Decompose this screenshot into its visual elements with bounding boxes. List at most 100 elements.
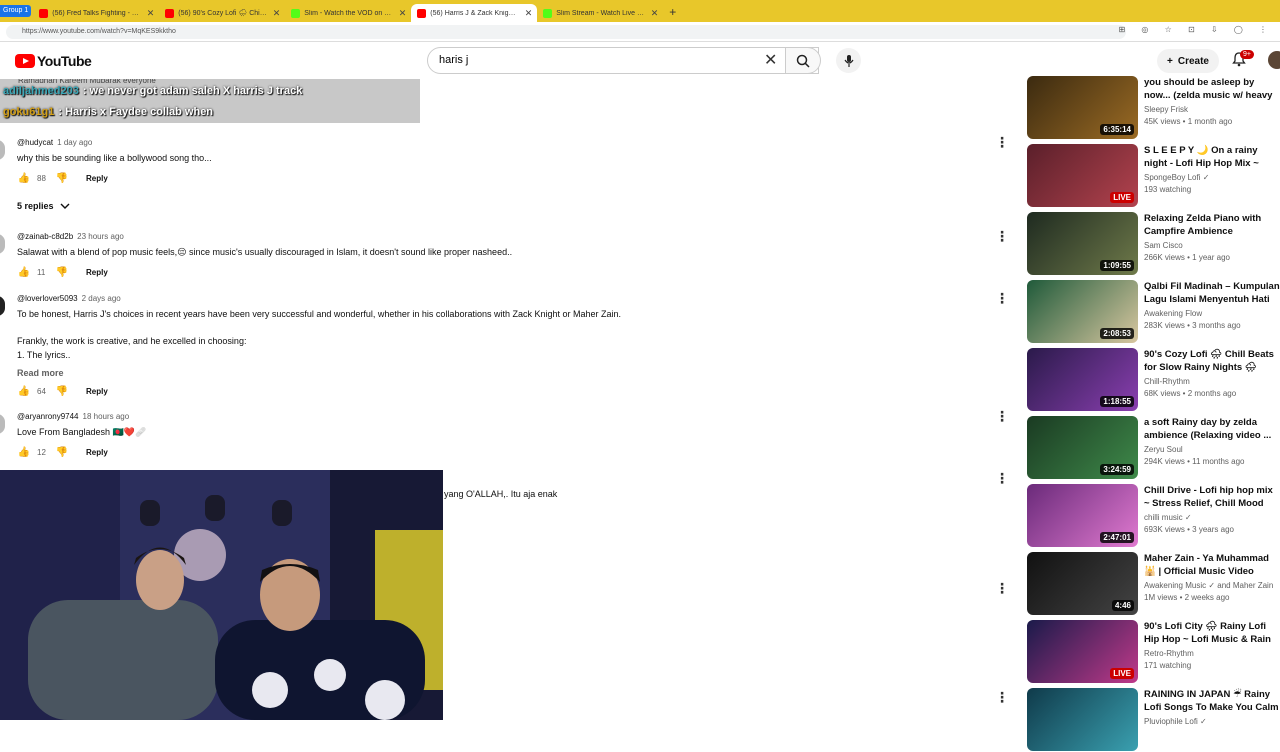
comment-time[interactable]: 23 hours ago (77, 232, 124, 241)
dislike-icon[interactable]: 👎 (55, 173, 69, 184)
like-icon[interactable]: 👍 (17, 386, 31, 397)
channel-name[interactable]: Zeryu Soul (1144, 445, 1280, 454)
dislike-icon[interactable]: 👎 (55, 386, 69, 397)
dislike-icon[interactable]: 👎 (55, 447, 69, 458)
reply-button[interactable]: Reply (86, 268, 108, 277)
toolbar-icons[interactable]: ⊞ ◎ ☆ ⊡ ⇩ ◯ ⋮ (1118, 25, 1274, 34)
video-title[interactable]: you should be asleep by now... (zelda mu… (1144, 76, 1280, 102)
browser-tab[interactable]: (56) 90's Cozy Lofi 🌧 Chill Be... ✕ (159, 4, 285, 22)
recommended-video[interactable]: LIVE 90's Lofi City 🌧 Rainy Lofi Hip Hop … (1027, 620, 1280, 684)
video-thumbnail[interactable]: 2:47:01 (1027, 484, 1138, 547)
video-title[interactable]: Qalbi Fil Madinah – Kumpulan Lagu Islami… (1144, 280, 1280, 306)
browser-tab[interactable]: Slim - Watch the VOD on Kick ✕ (285, 4, 411, 22)
kick-favicon-icon (291, 8, 301, 18)
comment-time[interactable]: 2 days ago (82, 294, 121, 303)
video-thumbnail[interactable]: 6:35:14 (1027, 76, 1138, 139)
recommended-video[interactable]: 2:08:53 Qalbi Fil Madinah – Kumpulan Lagu… (1027, 280, 1280, 344)
video-thumbnail[interactable]: 2:08:53 (1027, 280, 1138, 343)
video-thumbnail[interactable]: 4:46 (1027, 552, 1138, 615)
close-tab-icon[interactable]: ✕ (147, 8, 155, 19)
commenter-avatar[interactable] (0, 234, 5, 254)
comment-menu-icon[interactable]: ⋮ (995, 134, 1009, 151)
like-icon[interactable]: 👍 (17, 173, 31, 184)
youtube-favicon-icon (165, 8, 175, 18)
account-avatar[interactable] (1268, 51, 1280, 69)
view-replies-button[interactable]: 5 replies (17, 201, 70, 211)
comment-menu-icon[interactable]: ⋮ (995, 408, 1009, 425)
channel-name[interactable]: Retro-Rhythm (1144, 649, 1280, 658)
close-tab-icon[interactable]: ✕ (651, 8, 659, 19)
comment-time[interactable]: 18 hours ago (83, 412, 130, 421)
comment-menu-icon[interactable]: ⋮ (995, 228, 1009, 245)
voice-search-button[interactable] (836, 48, 861, 73)
tab-group-label[interactable]: Group 1 (0, 5, 32, 17)
stream-chat-overlay: Ramadhan Kareem Mubarak everyone adiljah… (0, 79, 420, 123)
video-title[interactable]: 90's Cozy Lofi 🌧 Chill Beats for Slow Ra… (1144, 348, 1280, 374)
recommended-video[interactable]: 4:46 Maher Zain - Ya Muhammad 🕌 | Officia… (1027, 552, 1280, 616)
close-tab-icon[interactable]: ✕ (525, 8, 533, 19)
like-icon[interactable]: 👍 (17, 267, 31, 278)
video-thumbnail[interactable]: 1:09:55 (1027, 212, 1138, 275)
reply-button[interactable]: Reply (86, 448, 108, 457)
video-thumbnail[interactable]: 1:18:55 (1027, 348, 1138, 411)
channel-name[interactable]: Sleepy Frisk (1144, 105, 1280, 114)
channel-name[interactable]: Awakening Flow (1144, 309, 1280, 318)
channel-name[interactable]: Sam Cisco (1144, 241, 1280, 250)
video-title[interactable]: a soft Rainy day by zelda ambience (Rela… (1144, 416, 1280, 442)
comment-author[interactable]: @loverlover5093 (17, 294, 78, 303)
recommended-video[interactable]: 2:47:01 Chill Drive - Lofi hip hop mix ~ … (1027, 484, 1280, 548)
video-title[interactable]: S L E E P Y 🌙 On a rainy night - Lofi Hi… (1144, 144, 1280, 170)
recommended-video[interactable]: 3:24:59 a soft Rainy day by zelda ambienc… (1027, 416, 1280, 480)
commenter-avatar[interactable] (0, 296, 5, 316)
video-thumbnail[interactable]: LIVE (1027, 144, 1138, 207)
comment-author[interactable]: @hudycat (17, 138, 53, 147)
video-duration: 1:09:55 (1100, 260, 1134, 271)
comment-menu-icon[interactable]: ⋮ (995, 689, 1009, 706)
search-input[interactable] (439, 54, 739, 66)
recommended-video[interactable]: 6:35:14 you should be asleep by now... (z… (1027, 76, 1280, 140)
create-button[interactable]: + Create (1157, 49, 1219, 73)
channel-name[interactable]: SpongeBoy Lofi ✓ (1144, 173, 1280, 182)
youtube-logo[interactable]: YouTube (15, 53, 92, 69)
commenter-avatar[interactable] (0, 414, 5, 434)
like-icon[interactable]: 👍 (17, 447, 31, 458)
comment-menu-icon[interactable]: ⋮ (995, 580, 1009, 597)
reply-button[interactable]: Reply (86, 174, 108, 183)
video-title[interactable]: 90's Lofi City 🌧 Rainy Lofi Hip Hop ~ Lo… (1144, 620, 1280, 646)
video-title[interactable]: Maher Zain - Ya Muhammad 🕌 | Official Mu… (1144, 552, 1280, 578)
comment-author[interactable]: @zainab-c8d2b (17, 232, 73, 241)
dislike-icon[interactable]: 👎 (55, 267, 69, 278)
recommended-video[interactable]: 1:18:55 90's Cozy Lofi 🌧 Chill Beats for … (1027, 348, 1280, 412)
video-title[interactable]: Relaxing Zelda Piano with Campfire Ambie… (1144, 212, 1280, 238)
comment-time[interactable]: 1 day ago (57, 138, 92, 147)
close-tab-icon[interactable]: ✕ (273, 8, 281, 19)
recommended-video[interactable]: RAINING IN JAPAN ☔ Rainy Lofi Songs To M… (1027, 688, 1280, 752)
clear-search-icon[interactable]: ✕ (764, 50, 777, 70)
browser-tab[interactable]: (56) Harris J & Zack Knight - Salam ✕ (411, 4, 538, 22)
search-box[interactable]: ✕ (427, 47, 819, 74)
channel-name[interactable]: Chill-Rhythm (1144, 377, 1280, 386)
comment-menu-icon[interactable]: ⋮ (995, 290, 1009, 307)
recommended-video[interactable]: LIVE S L E E P Y 🌙 On a rainy night - Lof… (1027, 144, 1280, 208)
video-title[interactable]: Chill Drive - Lofi hip hop mix ~ Stress … (1144, 484, 1280, 510)
comment-author[interactable]: @aryanrony9744 (17, 412, 79, 421)
video-thumbnail[interactable]: LIVE (1027, 620, 1138, 683)
url-field[interactable]: https://www.youtube.com/watch?v=MqKES9kk… (6, 25, 1126, 39)
commenter-avatar[interactable] (0, 140, 5, 160)
search-button[interactable] (785, 47, 821, 74)
reply-button[interactable]: Reply (86, 387, 108, 396)
video-meta: RAINING IN JAPAN ☔ Rainy Lofi Songs To M… (1144, 688, 1280, 729)
channel-name[interactable]: chilli music ✓ (1144, 513, 1280, 522)
browser-tab[interactable]: Slim Stream - Watch Live on Kick ✕ (537, 4, 663, 22)
channel-name[interactable]: Awakening Music ✓ and Maher Zain (1144, 581, 1280, 590)
close-tab-icon[interactable]: ✕ (399, 8, 407, 19)
new-tab-button[interactable]: + (663, 5, 682, 22)
like-count: 11 (37, 268, 46, 277)
read-more-link[interactable]: Read more (17, 368, 817, 378)
video-title[interactable]: RAINING IN JAPAN ☔ Rainy Lofi Songs To M… (1144, 688, 1280, 714)
recommended-video[interactable]: 1:09:55 Relaxing Zelda Piano with Campfir… (1027, 212, 1280, 276)
comment-menu-icon[interactable]: ⋮ (995, 470, 1009, 487)
channel-name[interactable]: Pluviophile Lofi ✓ (1144, 717, 1280, 726)
browser-tab[interactable]: (56) Fred Talks Fighting - YouTube ✕ (33, 4, 159, 22)
video-thumbnail[interactable]: 3:24:59 (1027, 416, 1138, 479)
